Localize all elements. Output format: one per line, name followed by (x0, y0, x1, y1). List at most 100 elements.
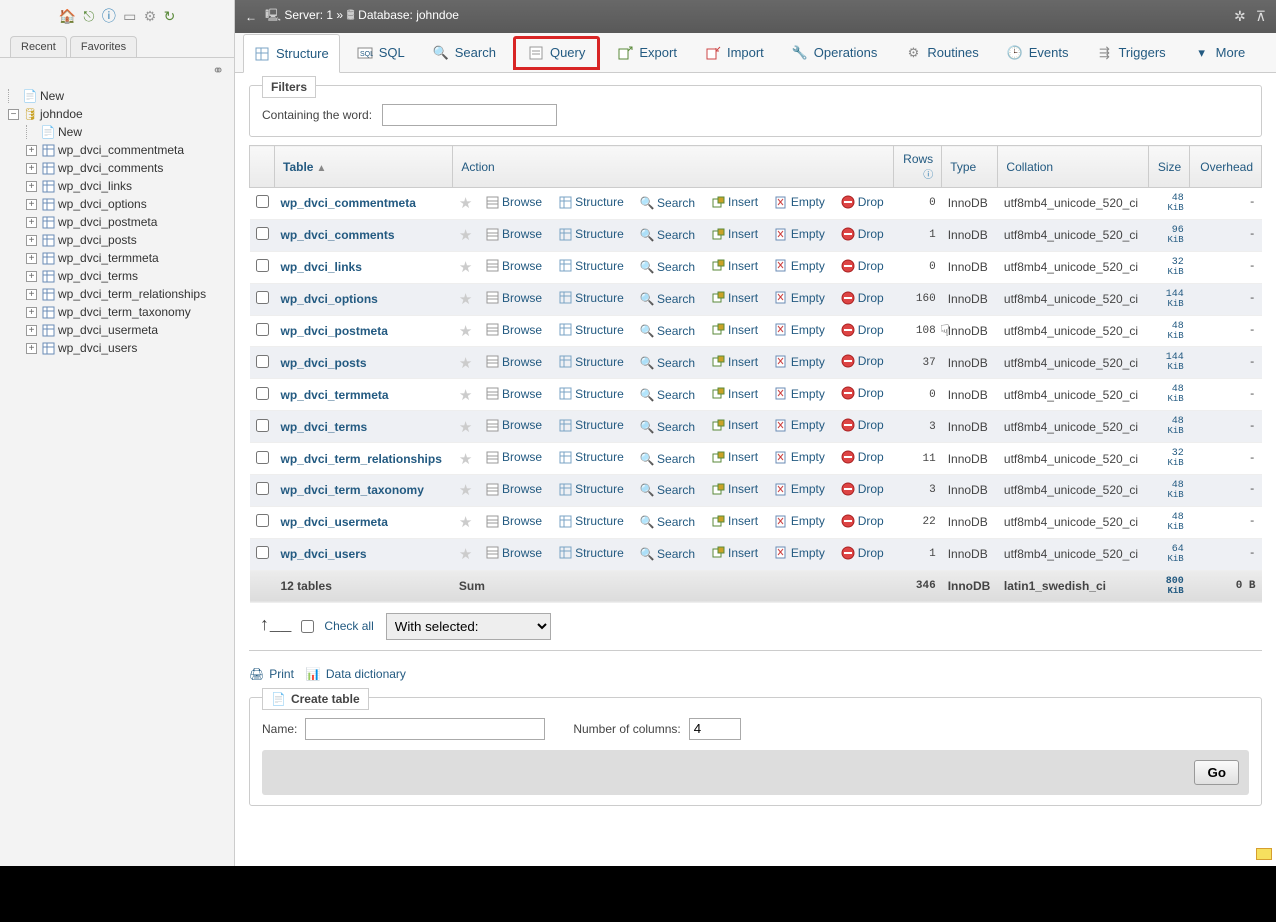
favorite-star[interactable]: ★ (459, 514, 472, 531)
row-size[interactable]: 32KiB (1148, 443, 1190, 475)
structure-link[interactable]: Structure (558, 387, 624, 401)
drop-link[interactable]: Drop (841, 227, 884, 241)
insert-link[interactable]: Insert (711, 195, 758, 209)
empty-link[interactable]: Empty (774, 323, 825, 337)
structure-link[interactable]: Structure (558, 450, 624, 464)
structure-link[interactable]: Structure (558, 259, 624, 273)
tree-db-new[interactable]: 📄New (26, 123, 226, 141)
favorite-star[interactable]: ★ (459, 546, 472, 563)
expand-toggle[interactable]: + (26, 253, 37, 264)
insert-link[interactable]: Insert (711, 227, 758, 241)
expand-toggle[interactable]: + (26, 307, 37, 318)
empty-link[interactable]: Empty (774, 291, 825, 305)
browse-link[interactable]: Browse (485, 387, 542, 401)
row-checkbox[interactable] (256, 387, 269, 400)
insert-link[interactable]: Insert (711, 259, 758, 273)
browse-link[interactable]: Browse (485, 323, 542, 337)
console-toggle[interactable] (1256, 848, 1272, 860)
tree-table[interactable]: +wp_dvci_posts (26, 231, 226, 249)
empty-link[interactable]: Empty (774, 450, 825, 464)
crumb-server[interactable]: Server: 1 (284, 8, 333, 22)
tab-recent[interactable]: Recent (10, 36, 67, 57)
favorite-star[interactable]: ★ (459, 195, 472, 212)
tab-structure[interactable]: Structure (243, 34, 340, 73)
tree-table[interactable]: +wp_dvci_usermeta (26, 321, 226, 339)
checkall-checkbox[interactable] (301, 620, 314, 633)
expand-toggle[interactable]: + (26, 343, 37, 354)
structure-link[interactable]: Structure (558, 546, 624, 560)
browse-link[interactable]: Browse (485, 195, 542, 209)
drop-link[interactable]: Drop (841, 482, 884, 496)
favorite-star[interactable]: ★ (459, 451, 472, 468)
empty-link[interactable]: Empty (774, 355, 825, 369)
browse-link[interactable]: Browse (485, 227, 542, 241)
expand-toggle[interactable]: + (26, 217, 37, 228)
logout-icon[interactable]: ⎋ (83, 8, 94, 24)
row-checkbox[interactable] (256, 195, 269, 208)
search-link[interactable]: 🔍Search (640, 452, 695, 466)
home-icon[interactable]: 🏠 (59, 8, 76, 24)
favorite-star[interactable]: ★ (459, 259, 472, 276)
expand-toggle[interactable]: + (26, 145, 37, 156)
structure-link[interactable]: Structure (558, 355, 624, 369)
with-selected-dropdown[interactable]: With selected: (386, 613, 551, 640)
row-size[interactable]: 32KiB (1148, 251, 1190, 283)
table-name-link[interactable]: wp_dvci_usermeta (281, 515, 388, 529)
insert-link[interactable]: Insert (711, 323, 758, 337)
drop-link[interactable]: Drop (841, 450, 884, 464)
empty-link[interactable]: Empty (774, 227, 825, 241)
tab-sql[interactable]: SQLSQL (346, 36, 416, 70)
tree-table[interactable]: +wp_dvci_term_taxonomy (26, 303, 226, 321)
search-link[interactable]: 🔍Search (640, 292, 695, 306)
browse-link[interactable]: Browse (485, 259, 542, 273)
structure-link[interactable]: Structure (558, 195, 624, 209)
row-size[interactable]: 64KiB (1148, 538, 1190, 570)
row-size[interactable]: 48KiB (1148, 411, 1190, 443)
sql-icon[interactable]: ▭ (123, 8, 136, 24)
expand-toggle[interactable]: + (26, 289, 37, 300)
col-collation[interactable]: Collation (998, 146, 1148, 188)
tab-favorites[interactable]: Favorites (70, 36, 137, 57)
docs-icon[interactable]: ⓘ (102, 8, 116, 24)
tab-events[interactable]: 🕒Events (996, 36, 1080, 70)
favorite-star[interactable]: ★ (459, 482, 472, 499)
filter-input[interactable] (382, 104, 557, 126)
collapse-toggle[interactable]: − (8, 109, 19, 120)
structure-link[interactable]: Structure (558, 514, 624, 528)
insert-link[interactable]: Insert (711, 482, 758, 496)
table-name-link[interactable]: wp_dvci_termmeta (281, 388, 389, 402)
tab-search[interactable]: 🔍Search (422, 36, 507, 70)
col-type[interactable]: Type (942, 146, 998, 188)
insert-link[interactable]: Insert (711, 546, 758, 560)
tab-import[interactable]: Import (694, 36, 775, 70)
row-size[interactable]: 48KiB (1148, 475, 1190, 507)
search-link[interactable]: 🔍Search (640, 356, 695, 370)
col-rows[interactable]: Rowsⓘ (893, 146, 941, 188)
table-name-link[interactable]: wp_dvci_term_relationships (281, 452, 442, 466)
tree-table[interactable]: +wp_dvci_links (26, 177, 226, 195)
tab-triggers[interactable]: ⇶Triggers (1085, 36, 1176, 70)
row-checkbox[interactable] (256, 291, 269, 304)
row-checkbox[interactable] (256, 419, 269, 432)
row-size[interactable]: 144KiB (1148, 283, 1190, 315)
create-cols-input[interactable] (689, 718, 741, 740)
row-size[interactable]: 96KiB (1148, 219, 1190, 251)
tab-routines[interactable]: ⚙Routines (894, 36, 989, 70)
info-icon[interactable]: ⓘ (923, 166, 933, 181)
row-checkbox[interactable] (256, 259, 269, 272)
table-name-link[interactable]: wp_dvci_term_taxonomy (281, 483, 424, 497)
favorite-star[interactable]: ★ (459, 355, 472, 372)
structure-link[interactable]: Structure (558, 418, 624, 432)
gear-icon[interactable]: ✲ (1234, 8, 1246, 25)
tree-db[interactable]: − 🛢 johndoe (8, 105, 226, 123)
drop-link[interactable]: Drop (841, 418, 884, 432)
row-checkbox[interactable] (256, 355, 269, 368)
table-name-link[interactable]: wp_dvci_users (281, 547, 367, 561)
drop-link[interactable]: Drop (841, 195, 884, 209)
drop-link[interactable]: Drop (841, 354, 884, 368)
print-link[interactable]: 🖨Print (249, 667, 294, 681)
insert-link[interactable]: Insert (711, 291, 758, 305)
search-link[interactable]: 🔍Search (640, 260, 695, 274)
search-link[interactable]: 🔍Search (640, 547, 695, 561)
structure-link[interactable]: Structure (558, 227, 624, 241)
